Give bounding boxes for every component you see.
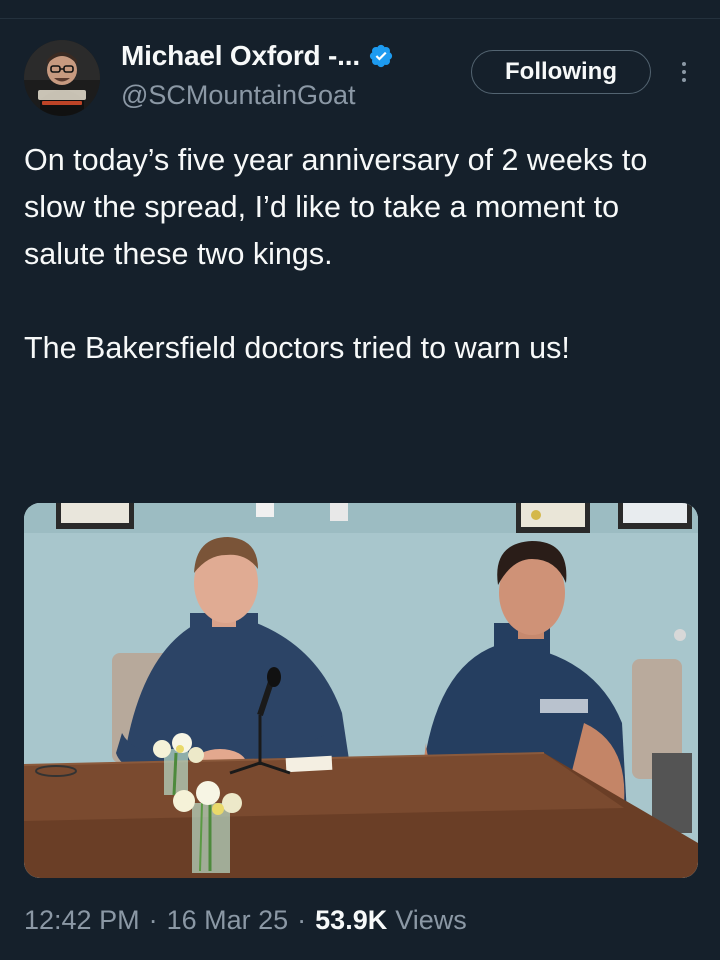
following-button[interactable]: Following — [471, 50, 651, 94]
tweet-time[interactable]: 12:42 PM — [24, 905, 140, 936]
more-vertical-icon[interactable] — [672, 56, 696, 88]
avatar-image — [24, 40, 100, 116]
tweet-paragraph-1: On today’s five year anniversary of 2 we… — [24, 143, 648, 271]
verified-badge-icon[interactable] — [368, 43, 394, 69]
author-handle[interactable]: @SCMountainGoat — [121, 80, 356, 111]
tweet-date[interactable]: 16 Mar 25 — [167, 905, 289, 936]
meta-separator: · — [297, 905, 307, 935]
meta-separator: · — [148, 905, 158, 935]
author-display-name[interactable]: Michael Oxford -... — [121, 40, 360, 72]
top-divider — [0, 18, 720, 19]
author-name-row: Michael Oxford -... — [121, 40, 394, 72]
tweet-paragraph-2: The Bakersfield doctors tried to warn us… — [24, 331, 570, 365]
tweet-media-image[interactable] — [24, 503, 698, 878]
tweet-text: On today’s five year anniversary of 2 we… — [24, 137, 684, 372]
views-label: Views — [395, 905, 467, 935]
tweet-meta: 12:42 PM · 16 Mar 25 · 53.9K Views — [24, 905, 467, 936]
views-count[interactable]: 53.9K — [315, 905, 387, 936]
media-photo — [24, 503, 698, 878]
author-avatar[interactable] — [24, 40, 100, 116]
